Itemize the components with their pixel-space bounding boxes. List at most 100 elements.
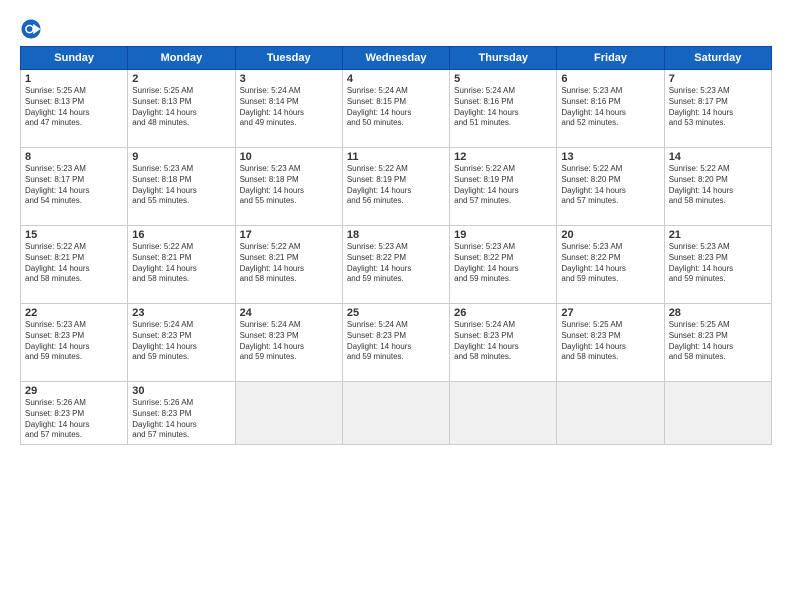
calendar-cell: 28Sunrise: 5:25 AM Sunset: 8:23 PM Dayli…	[664, 304, 771, 382]
calendar-cell: 11Sunrise: 5:22 AM Sunset: 8:19 PM Dayli…	[342, 148, 449, 226]
weekday-friday: Friday	[557, 47, 664, 70]
calendar-cell	[235, 382, 342, 445]
day-info: Sunrise: 5:23 AM Sunset: 8:18 PM Dayligh…	[132, 164, 230, 207]
calendar-week-1: 1Sunrise: 5:25 AM Sunset: 8:13 PM Daylig…	[21, 70, 772, 148]
day-number: 1	[25, 73, 123, 85]
day-info: Sunrise: 5:23 AM Sunset: 8:22 PM Dayligh…	[561, 242, 659, 285]
header	[20, 18, 772, 40]
calendar-cell: 2Sunrise: 5:25 AM Sunset: 8:13 PM Daylig…	[128, 70, 235, 148]
calendar-cell: 30Sunrise: 5:26 AM Sunset: 8:23 PM Dayli…	[128, 382, 235, 445]
day-number: 21	[669, 229, 767, 241]
day-info: Sunrise: 5:25 AM Sunset: 8:13 PM Dayligh…	[25, 86, 123, 129]
day-info: Sunrise: 5:25 AM Sunset: 8:13 PM Dayligh…	[132, 86, 230, 129]
day-number: 11	[347, 151, 445, 163]
day-info: Sunrise: 5:23 AM Sunset: 8:23 PM Dayligh…	[669, 242, 767, 285]
day-info: Sunrise: 5:26 AM Sunset: 8:23 PM Dayligh…	[25, 398, 123, 441]
logo	[20, 18, 46, 40]
weekday-sunday: Sunday	[21, 47, 128, 70]
weekday-header-row: SundayMondayTuesdayWednesdayThursdayFrid…	[21, 47, 772, 70]
calendar-cell: 21Sunrise: 5:23 AM Sunset: 8:23 PM Dayli…	[664, 226, 771, 304]
logo-icon	[20, 18, 42, 40]
day-number: 7	[669, 73, 767, 85]
day-number: 10	[240, 151, 338, 163]
calendar-cell: 13Sunrise: 5:22 AM Sunset: 8:20 PM Dayli…	[557, 148, 664, 226]
day-number: 19	[454, 229, 552, 241]
calendar-cell: 1Sunrise: 5:25 AM Sunset: 8:13 PM Daylig…	[21, 70, 128, 148]
day-info: Sunrise: 5:24 AM Sunset: 8:16 PM Dayligh…	[454, 86, 552, 129]
day-number: 5	[454, 73, 552, 85]
day-info: Sunrise: 5:23 AM Sunset: 8:16 PM Dayligh…	[561, 86, 659, 129]
calendar-cell: 7Sunrise: 5:23 AM Sunset: 8:17 PM Daylig…	[664, 70, 771, 148]
day-info: Sunrise: 5:23 AM Sunset: 8:23 PM Dayligh…	[25, 320, 123, 363]
calendar-cell: 26Sunrise: 5:24 AM Sunset: 8:23 PM Dayli…	[450, 304, 557, 382]
calendar-cell: 27Sunrise: 5:25 AM Sunset: 8:23 PM Dayli…	[557, 304, 664, 382]
day-info: Sunrise: 5:23 AM Sunset: 8:17 PM Dayligh…	[669, 86, 767, 129]
day-number: 14	[669, 151, 767, 163]
day-number: 4	[347, 73, 445, 85]
calendar-cell: 5Sunrise: 5:24 AM Sunset: 8:16 PM Daylig…	[450, 70, 557, 148]
day-number: 18	[347, 229, 445, 241]
calendar-cell: 3Sunrise: 5:24 AM Sunset: 8:14 PM Daylig…	[235, 70, 342, 148]
calendar-cell: 23Sunrise: 5:24 AM Sunset: 8:23 PM Dayli…	[128, 304, 235, 382]
calendar-cell: 18Sunrise: 5:23 AM Sunset: 8:22 PM Dayli…	[342, 226, 449, 304]
calendar-table: SundayMondayTuesdayWednesdayThursdayFrid…	[20, 46, 772, 445]
day-info: Sunrise: 5:22 AM Sunset: 8:20 PM Dayligh…	[669, 164, 767, 207]
calendar-cell: 20Sunrise: 5:23 AM Sunset: 8:22 PM Dayli…	[557, 226, 664, 304]
day-number: 25	[347, 307, 445, 319]
day-number: 26	[454, 307, 552, 319]
calendar-cell: 16Sunrise: 5:22 AM Sunset: 8:21 PM Dayli…	[128, 226, 235, 304]
day-info: Sunrise: 5:24 AM Sunset: 8:14 PM Dayligh…	[240, 86, 338, 129]
day-info: Sunrise: 5:25 AM Sunset: 8:23 PM Dayligh…	[561, 320, 659, 363]
day-info: Sunrise: 5:22 AM Sunset: 8:21 PM Dayligh…	[25, 242, 123, 285]
calendar-cell: 8Sunrise: 5:23 AM Sunset: 8:17 PM Daylig…	[21, 148, 128, 226]
calendar-cell: 17Sunrise: 5:22 AM Sunset: 8:21 PM Dayli…	[235, 226, 342, 304]
day-info: Sunrise: 5:23 AM Sunset: 8:22 PM Dayligh…	[347, 242, 445, 285]
weekday-thursday: Thursday	[450, 47, 557, 70]
calendar-cell: 19Sunrise: 5:23 AM Sunset: 8:22 PM Dayli…	[450, 226, 557, 304]
calendar-page: SundayMondayTuesdayWednesdayThursdayFrid…	[0, 0, 792, 612]
day-number: 2	[132, 73, 230, 85]
calendar-cell: 25Sunrise: 5:24 AM Sunset: 8:23 PM Dayli…	[342, 304, 449, 382]
calendar-cell	[664, 382, 771, 445]
day-number: 12	[454, 151, 552, 163]
day-number: 13	[561, 151, 659, 163]
day-info: Sunrise: 5:22 AM Sunset: 8:21 PM Dayligh…	[240, 242, 338, 285]
calendar-cell	[450, 382, 557, 445]
day-number: 16	[132, 229, 230, 241]
day-info: Sunrise: 5:25 AM Sunset: 8:23 PM Dayligh…	[669, 320, 767, 363]
calendar-cell: 29Sunrise: 5:26 AM Sunset: 8:23 PM Dayli…	[21, 382, 128, 445]
day-number: 24	[240, 307, 338, 319]
weekday-saturday: Saturday	[664, 47, 771, 70]
day-info: Sunrise: 5:24 AM Sunset: 8:23 PM Dayligh…	[347, 320, 445, 363]
day-number: 29	[25, 385, 123, 397]
day-number: 20	[561, 229, 659, 241]
day-number: 27	[561, 307, 659, 319]
day-number: 8	[25, 151, 123, 163]
calendar-cell: 4Sunrise: 5:24 AM Sunset: 8:15 PM Daylig…	[342, 70, 449, 148]
day-info: Sunrise: 5:23 AM Sunset: 8:22 PM Dayligh…	[454, 242, 552, 285]
day-number: 3	[240, 73, 338, 85]
calendar-week-3: 15Sunrise: 5:22 AM Sunset: 8:21 PM Dayli…	[21, 226, 772, 304]
day-number: 6	[561, 73, 659, 85]
calendar-week-2: 8Sunrise: 5:23 AM Sunset: 8:17 PM Daylig…	[21, 148, 772, 226]
day-number: 28	[669, 307, 767, 319]
day-info: Sunrise: 5:22 AM Sunset: 8:19 PM Dayligh…	[454, 164, 552, 207]
calendar-week-4: 22Sunrise: 5:23 AM Sunset: 8:23 PM Dayli…	[21, 304, 772, 382]
calendar-cell: 9Sunrise: 5:23 AM Sunset: 8:18 PM Daylig…	[128, 148, 235, 226]
day-info: Sunrise: 5:24 AM Sunset: 8:23 PM Dayligh…	[454, 320, 552, 363]
day-info: Sunrise: 5:22 AM Sunset: 8:19 PM Dayligh…	[347, 164, 445, 207]
calendar-cell: 24Sunrise: 5:24 AM Sunset: 8:23 PM Dayli…	[235, 304, 342, 382]
day-info: Sunrise: 5:26 AM Sunset: 8:23 PM Dayligh…	[132, 398, 230, 441]
day-number: 17	[240, 229, 338, 241]
day-number: 22	[25, 307, 123, 319]
calendar-week-5: 29Sunrise: 5:26 AM Sunset: 8:23 PM Dayli…	[21, 382, 772, 445]
day-info: Sunrise: 5:22 AM Sunset: 8:20 PM Dayligh…	[561, 164, 659, 207]
day-info: Sunrise: 5:23 AM Sunset: 8:17 PM Dayligh…	[25, 164, 123, 207]
day-info: Sunrise: 5:23 AM Sunset: 8:18 PM Dayligh…	[240, 164, 338, 207]
day-info: Sunrise: 5:24 AM Sunset: 8:15 PM Dayligh…	[347, 86, 445, 129]
day-number: 15	[25, 229, 123, 241]
calendar-cell: 14Sunrise: 5:22 AM Sunset: 8:20 PM Dayli…	[664, 148, 771, 226]
calendar-cell	[342, 382, 449, 445]
day-info: Sunrise: 5:22 AM Sunset: 8:21 PM Dayligh…	[132, 242, 230, 285]
calendar-cell	[557, 382, 664, 445]
